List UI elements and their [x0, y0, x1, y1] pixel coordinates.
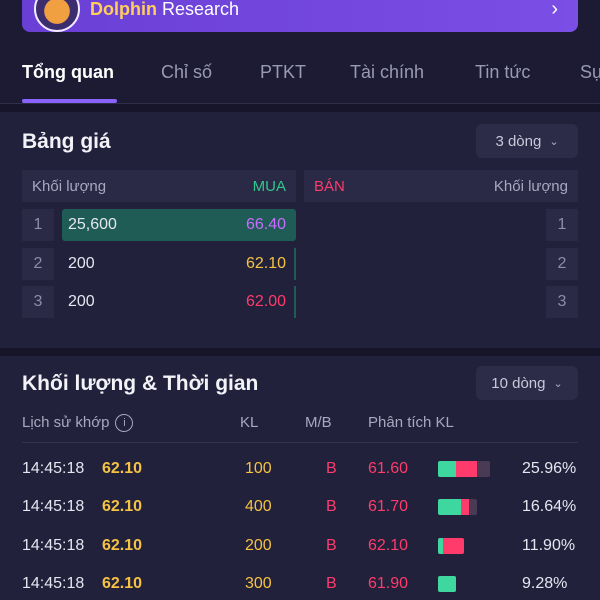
dolphin-research-banner[interactable]: Dolphin Research ›	[22, 0, 578, 32]
analysis-price: 62.10	[368, 537, 409, 554]
match-price: 62.10	[102, 575, 143, 592]
dolphin-avatar	[34, 0, 80, 32]
bar-segment	[443, 538, 464, 554]
active-tab-indicator	[22, 99, 117, 103]
row-index: 3	[546, 286, 578, 318]
volume-analysis-bar	[438, 576, 457, 592]
bid-volume-bar	[294, 248, 296, 280]
time-sales-title: Khối lượng & Thời gian	[22, 372, 259, 395]
tab-news[interactable]: Tin tức	[475, 62, 530, 83]
bar-segment	[461, 499, 470, 515]
sell-header: BÁN Khối lượng	[304, 170, 578, 202]
volume-analysis-bar	[438, 461, 490, 477]
tab-technical[interactable]: PTKT	[260, 62, 306, 83]
bar-segment	[438, 576, 457, 592]
match-side: B	[326, 575, 337, 592]
match-side: B	[326, 537, 337, 554]
price-board-rows-dropdown[interactable]: 3 dòng ⌄	[476, 124, 578, 158]
bar-segment	[469, 499, 477, 515]
analysis-percent: 9.28%	[522, 575, 568, 592]
tab-financials[interactable]: Tài chính	[350, 62, 424, 83]
row-index: 2	[22, 248, 54, 280]
order-book-row: 2 200 62.10 2	[0, 248, 600, 280]
analysis-price: 61.70	[368, 498, 409, 515]
price-board-title: Bảng giá	[22, 130, 111, 153]
match-time: 14:45:18	[22, 460, 85, 477]
bid-cell: 200 62.10	[68, 255, 286, 272]
chevron-down-icon: ⌄	[549, 135, 559, 148]
chevron-down-icon: ⌄	[553, 377, 563, 390]
table-row: 14:45:18 62.10 100 B 61.60 25.96%	[0, 460, 600, 498]
match-time: 14:45:18	[22, 537, 85, 554]
info-icon[interactable]: i	[115, 414, 134, 433]
divider	[22, 442, 578, 443]
volume-analysis-bar	[438, 538, 464, 554]
bar-segment	[476, 461, 490, 477]
buy-header: Khối lượng MUA	[22, 170, 296, 202]
table-row: 14:45:18 62.10 300 B 61.90 9.28%	[0, 575, 600, 600]
tab-indicators[interactable]: Chỉ số	[161, 62, 212, 83]
kl-header: KL	[240, 414, 259, 431]
match-time: 14:45:18	[22, 498, 85, 515]
chevron-right-icon[interactable]: ›	[551, 0, 558, 21]
bid-cell: 25,600 66.40	[68, 216, 286, 233]
match-price: 62.10	[102, 498, 143, 515]
bid-volume-bar	[294, 286, 296, 318]
match-price: 62.10	[102, 537, 143, 554]
analysis-percent: 16.64%	[522, 498, 577, 515]
history-header: Lịch sử khớp i	[22, 414, 134, 433]
row-index: 2	[546, 248, 578, 280]
order-book-row: 1 25,600 66.40 1	[0, 209, 600, 241]
banner-title: Dolphin Research	[90, 0, 240, 19]
row-index: 1	[546, 209, 578, 241]
volume-analysis-bar	[438, 499, 477, 515]
analysis-header: Phân tích KL	[368, 414, 454, 431]
bar-segment	[438, 461, 457, 477]
table-row: 14:45:18 62.10 400 B 61.70 16.64%	[0, 498, 600, 536]
tab-bar: Tổng quan Chỉ số PTKT Tài chính Tin tức …	[0, 52, 600, 104]
match-time: 14:45:18	[22, 575, 85, 592]
mb-header: M/B	[305, 414, 332, 431]
match-volume: 300	[245, 575, 272, 592]
tab-events[interactable]: Sự	[580, 62, 600, 83]
analysis-price: 61.60	[368, 460, 409, 477]
match-price: 62.10	[102, 460, 143, 477]
row-index: 3	[22, 286, 54, 318]
match-volume: 200	[245, 537, 272, 554]
analysis-price: 61.90	[368, 575, 409, 592]
match-volume: 100	[245, 460, 272, 477]
bid-cell: 200 62.00	[68, 293, 286, 310]
table-row: 14:45:18 62.10 200 B 62.10 11.90%	[0, 537, 600, 575]
bar-segment	[438, 499, 462, 515]
match-side: B	[326, 498, 337, 515]
analysis-percent: 25.96%	[522, 460, 577, 477]
order-book-row: 3 200 62.00 3	[0, 286, 600, 318]
time-sales-rows-dropdown[interactable]: 10 dòng ⌄	[476, 366, 578, 400]
match-side: B	[326, 460, 337, 477]
match-volume: 400	[245, 498, 272, 515]
tab-overview[interactable]: Tổng quan	[22, 62, 114, 83]
divider	[0, 348, 600, 356]
divider	[0, 104, 600, 112]
bar-segment	[456, 461, 477, 477]
row-index: 1	[22, 209, 54, 241]
analysis-percent: 11.90%	[522, 537, 576, 554]
